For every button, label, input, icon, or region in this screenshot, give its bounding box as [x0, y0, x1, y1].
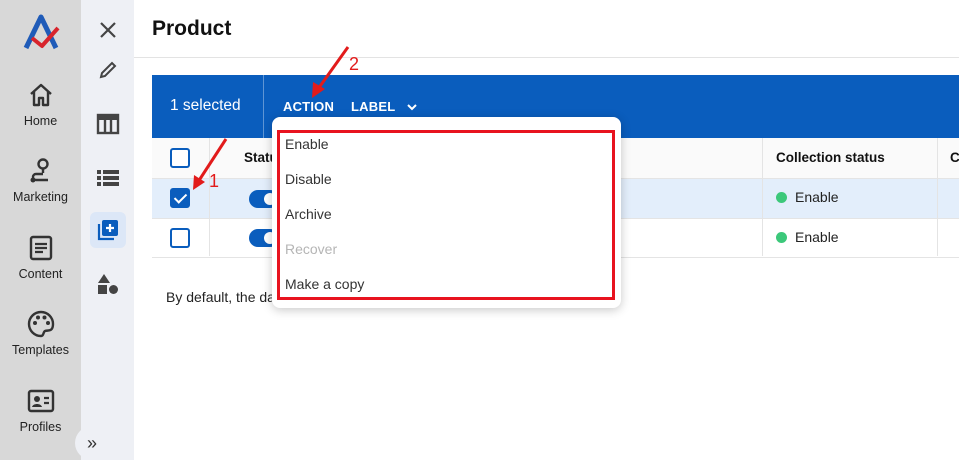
- collection-status-text: Enable: [795, 189, 839, 205]
- rail-item-content[interactable]: Content: [0, 233, 81, 281]
- home-icon: [29, 83, 52, 107]
- list-icon: [97, 170, 119, 186]
- collection-status: Enable: [776, 189, 839, 205]
- label-button-text: LABEL: [351, 99, 396, 114]
- column-header-extra[interactable]: C: [950, 150, 959, 165]
- marketing-icon: [30, 158, 49, 183]
- table-view-button[interactable]: [90, 106, 126, 142]
- action-menu-button[interactable]: ACTION: [283, 99, 334, 114]
- row-checkbox[interactable]: [170, 228, 190, 248]
- app-rail: Home Marketing Content Templates Profile…: [0, 0, 81, 460]
- rail-item-label: Content: [18, 267, 63, 281]
- edit-button[interactable]: [90, 52, 126, 88]
- rail-item-label: Templates: [12, 343, 69, 357]
- pencil-icon: [99, 61, 117, 79]
- selected-count: 1 selected: [170, 97, 241, 114]
- divider: [263, 75, 264, 138]
- collection-status-text: Enable: [795, 229, 839, 245]
- default-hint-text: By default, the da: [166, 289, 275, 305]
- shapes-button[interactable]: [90, 266, 126, 302]
- double-chevron-right-icon: »: [86, 432, 97, 453]
- list-view-button[interactable]: [90, 160, 126, 196]
- shapes-icon: [98, 274, 118, 294]
- app-logo[interactable]: [22, 14, 60, 50]
- menu-item-enable[interactable]: Enable: [285, 136, 329, 152]
- annotation-step-2: 2: [349, 54, 360, 74]
- select-all-checkbox[interactable]: [170, 148, 190, 168]
- rail-item-label: Home: [23, 114, 58, 128]
- status-dot-icon: [776, 231, 787, 243]
- page-title: Product: [152, 17, 232, 40]
- content-icon: [29, 235, 52, 261]
- status-dot-icon: [776, 191, 787, 203]
- rail-item-label: Marketing: [13, 190, 68, 204]
- rail-item-home[interactable]: Home: [0, 80, 81, 128]
- menu-item-recover: Recover: [285, 241, 338, 257]
- close-icon: [100, 22, 116, 38]
- chevron-down-icon: [407, 104, 417, 111]
- label-menu-button[interactable]: LABEL: [351, 99, 417, 114]
- row-checkbox[interactable]: [170, 188, 190, 208]
- column-header-collection-status[interactable]: Collection status: [776, 150, 885, 165]
- menu-item-archive[interactable]: Archive: [285, 206, 332, 222]
- palette-icon: [27, 310, 54, 338]
- menu-item-disable[interactable]: Disable: [285, 171, 332, 187]
- close-button[interactable]: [90, 12, 126, 48]
- rail-item-label: Profiles: [19, 420, 62, 434]
- rail-item-templates[interactable]: Templates: [0, 309, 81, 357]
- column-divider: [762, 138, 763, 256]
- column-divider: [937, 138, 938, 256]
- rail-item-profiles[interactable]: Profiles: [0, 386, 81, 434]
- column-divider: [209, 138, 210, 256]
- add-collection-icon: [97, 220, 118, 241]
- table-icon: [96, 113, 120, 135]
- collection-status: Enable: [776, 229, 839, 245]
- collection-button[interactable]: [90, 212, 126, 248]
- divider: [134, 57, 959, 58]
- menu-item-make-a-copy[interactable]: Make a copy: [285, 276, 364, 292]
- expand-rail-button[interactable]: »: [75, 426, 109, 460]
- secondary-rail: [81, 0, 134, 460]
- action-dropdown-menu: Enable Disable Archive Recover Make a co…: [272, 117, 621, 308]
- profile-card-icon: [27, 389, 54, 413]
- rail-item-marketing[interactable]: Marketing: [0, 156, 81, 204]
- annotation-step-1: 1: [209, 171, 220, 191]
